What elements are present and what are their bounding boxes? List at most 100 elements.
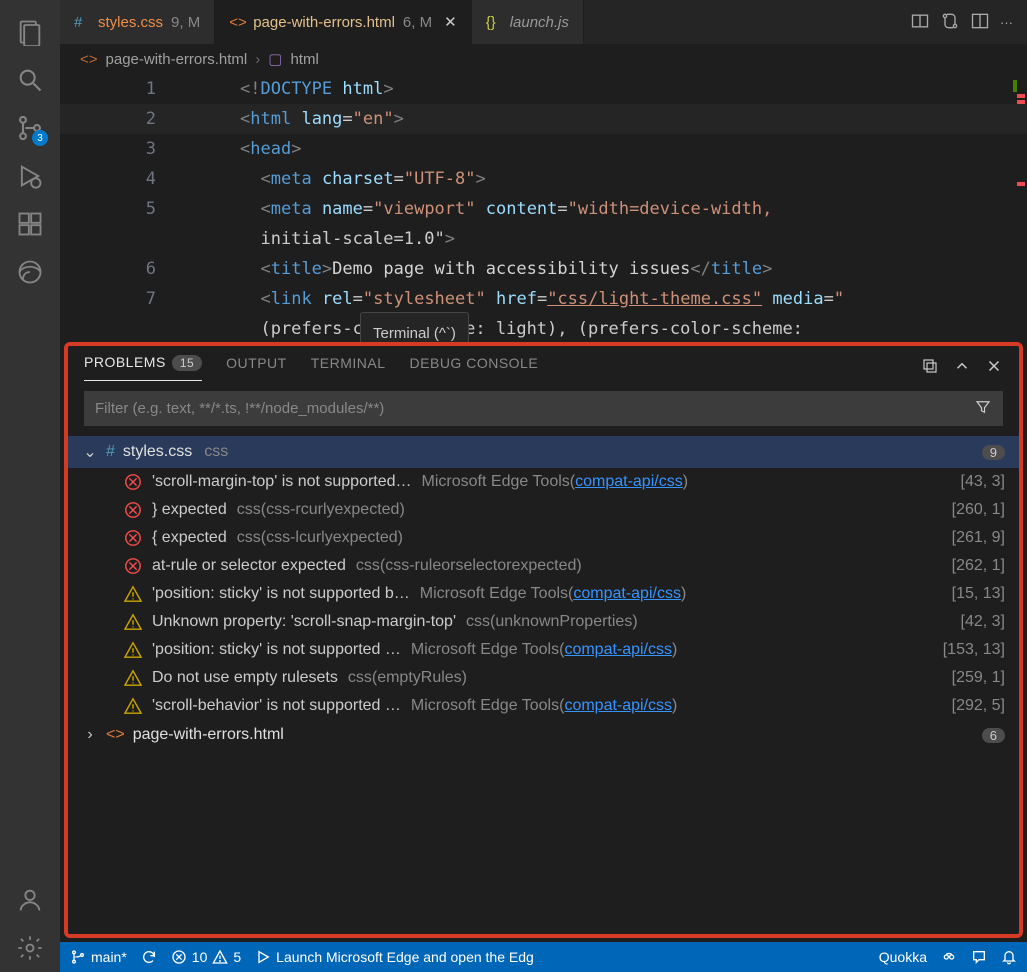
open-preview-icon[interactable] [910,11,930,34]
problem-file-row[interactable]: › <> page-with-errors.html 6 [68,720,1019,750]
collapse-all-icon[interactable] [921,357,939,378]
code-line[interactable]: <head> [240,134,301,164]
problem-file-row[interactable]: ⌄ # styles.css css 9 [68,436,1019,468]
editor-actions: ··· [896,0,1027,44]
close-panel-icon[interactable] [985,357,1003,378]
line-number: 5 [146,194,156,224]
problem-source: css(css-ruleorselectorexpected) [356,557,582,575]
status-bar: main* 10 5 Launch Microsoft Edge and ope… [60,942,1027,972]
breadcrumb-file[interactable]: page-with-errors.html [106,51,248,68]
problem-link[interactable]: compat-api/css [564,641,672,658]
git-compare-icon[interactable] [940,11,960,34]
line-number: 2 [146,104,156,134]
filter-icon[interactable] [964,398,1002,419]
problem-source: css(css-lcurlyexpected) [237,529,403,547]
panel-tab[interactable]: DEBUG CONSOLE [410,355,539,381]
problem-position: [259, 1] [944,669,1005,687]
problem-position: [262, 1] [944,557,1005,575]
problem-link[interactable]: compat-api/css [575,473,683,490]
file-type-icon: <> [229,14,245,30]
problems-status[interactable]: 10 5 [171,949,241,965]
file-name: styles.css [123,443,192,461]
problem-row[interactable]: 'position: sticky' is not supported b… M… [68,580,1019,608]
code-editor[interactable]: 1234567 <!DOCTYPE html><html lang="en"><… [60,74,1027,342]
chevron-up-icon[interactable] [953,357,971,378]
tab-meta: 9, M [171,14,200,31]
explorer-icon[interactable] [6,8,54,56]
quokka-status[interactable]: Quokka [879,949,927,965]
file-problem-count: 9 [982,445,1005,460]
more-icon[interactable]: ··· [1000,15,1013,30]
problem-source: Microsoft Edge Tools(compat-api/css) [420,585,686,603]
code-line[interactable]: initial-scale=1.0"> [240,224,455,254]
problem-position: [260, 1] [944,501,1005,519]
problem-source: Microsoft Edge Tools(compat-api/css) [411,697,677,715]
chevron-right-icon[interactable]: › [82,726,98,744]
chevron-right-icon: › [255,51,260,68]
activity-bar: 3 [0,0,60,972]
hover-tooltip: Terminal (^`) [360,312,469,342]
code-line[interactable]: (prefers-color-scheme: light), (prefers-… [240,314,803,342]
close-tab-icon[interactable]: ✕ [444,13,457,31]
panel-tab[interactable]: PROBLEMS15 [84,354,202,381]
problems-list[interactable]: ⌄ # styles.css css 9 'scroll-margin-top'… [68,436,1019,934]
copilot-icon[interactable] [941,949,957,965]
filter-row [84,391,1003,426]
panel-tab[interactable]: TERMINAL [311,355,386,381]
code-line[interactable]: <title>Demo page with accessibility issu… [240,254,772,284]
code-line[interactable]: <html lang="en"> [240,104,404,134]
code-line[interactable]: <!DOCTYPE html> [240,74,394,104]
problems-count-badge: 15 [172,355,202,371]
file-lang: css [204,443,228,461]
editor-tab[interactable]: {} launch.js [472,0,584,44]
filter-input[interactable] [85,392,964,425]
problem-position: [15, 13] [944,585,1005,603]
edge-icon[interactable] [6,248,54,296]
file-type-icon: # [106,443,115,461]
editor-tab[interactable]: <> page-with-errors.html 6, M ✕ [215,0,471,44]
problem-row[interactable]: 'scroll-margin-top' is not supported… Mi… [68,468,1019,496]
extensions-icon[interactable] [6,200,54,248]
problem-message: Do not use empty rulesets [152,669,338,687]
problem-row[interactable]: 'scroll-behavior' is not supported … Mic… [68,692,1019,720]
account-icon[interactable] [6,876,54,924]
feedback-icon[interactable] [971,949,987,965]
problems-panel: PROBLEMS15 OUTPUT TERMINAL DEBUG CONSOLE ⌄ … [64,342,1023,938]
problem-link[interactable]: compat-api/css [573,585,681,602]
problem-row[interactable]: } expected css(css-rcurlyexpected) [260,… [68,496,1019,524]
problem-position: [153, 13] [935,641,1005,659]
scm-badge: 3 [32,130,48,146]
problem-message: 'position: sticky' is not supported … [152,641,401,659]
chevron-down-icon[interactable]: ⌄ [82,442,98,462]
problem-row[interactable]: { expected css(css-lcurlyexpected) [261,… [68,524,1019,552]
problem-link[interactable]: compat-api/css [564,697,672,714]
settings-gear-icon[interactable] [6,924,54,972]
split-editor-icon[interactable] [970,11,990,34]
editor-tab[interactable]: # styles.css 9, M [60,0,215,44]
source-control-icon[interactable]: 3 [6,104,54,152]
breadcrumb-symbol[interactable]: html [290,51,318,68]
panel-tabs: PROBLEMS15 OUTPUT TERMINAL DEBUG CONSOLE [68,346,1019,381]
branch-status[interactable]: main* [70,949,127,965]
panel-tab[interactable]: OUTPUT [226,355,287,381]
problem-row[interactable]: Do not use empty rulesets css(emptyRules… [68,664,1019,692]
problem-position: [261, 9] [944,529,1005,547]
bell-icon[interactable] [1001,949,1017,965]
search-icon[interactable] [6,56,54,104]
run-debug-icon[interactable] [6,152,54,200]
html-file-icon: <> [80,51,98,68]
problem-row[interactable]: 'position: sticky' is not supported … Mi… [68,636,1019,664]
problem-source: css(emptyRules) [348,669,467,687]
code-line[interactable]: <meta charset="UTF-8"> [240,164,486,194]
problem-message: 'scroll-behavior' is not supported … [152,697,401,715]
code-line[interactable]: <meta name="viewport" content="width=dev… [240,194,783,224]
problem-source: Microsoft Edge Tools(compat-api/css) [422,473,688,491]
code-line[interactable]: <link rel="stylesheet" href="css/light-t… [240,284,844,314]
breadcrumbs[interactable]: <> page-with-errors.html › ▢ html [60,44,1027,74]
line-number: 7 [146,284,156,314]
sync-status[interactable] [141,949,157,965]
problem-row[interactable]: Unknown property: 'scroll-snap-margin-to… [68,608,1019,636]
problem-row[interactable]: at-rule or selector expected css(css-rul… [68,552,1019,580]
file-name: page-with-errors.html [133,726,284,744]
launch-status[interactable]: Launch Microsoft Edge and open the Edg [255,949,865,965]
